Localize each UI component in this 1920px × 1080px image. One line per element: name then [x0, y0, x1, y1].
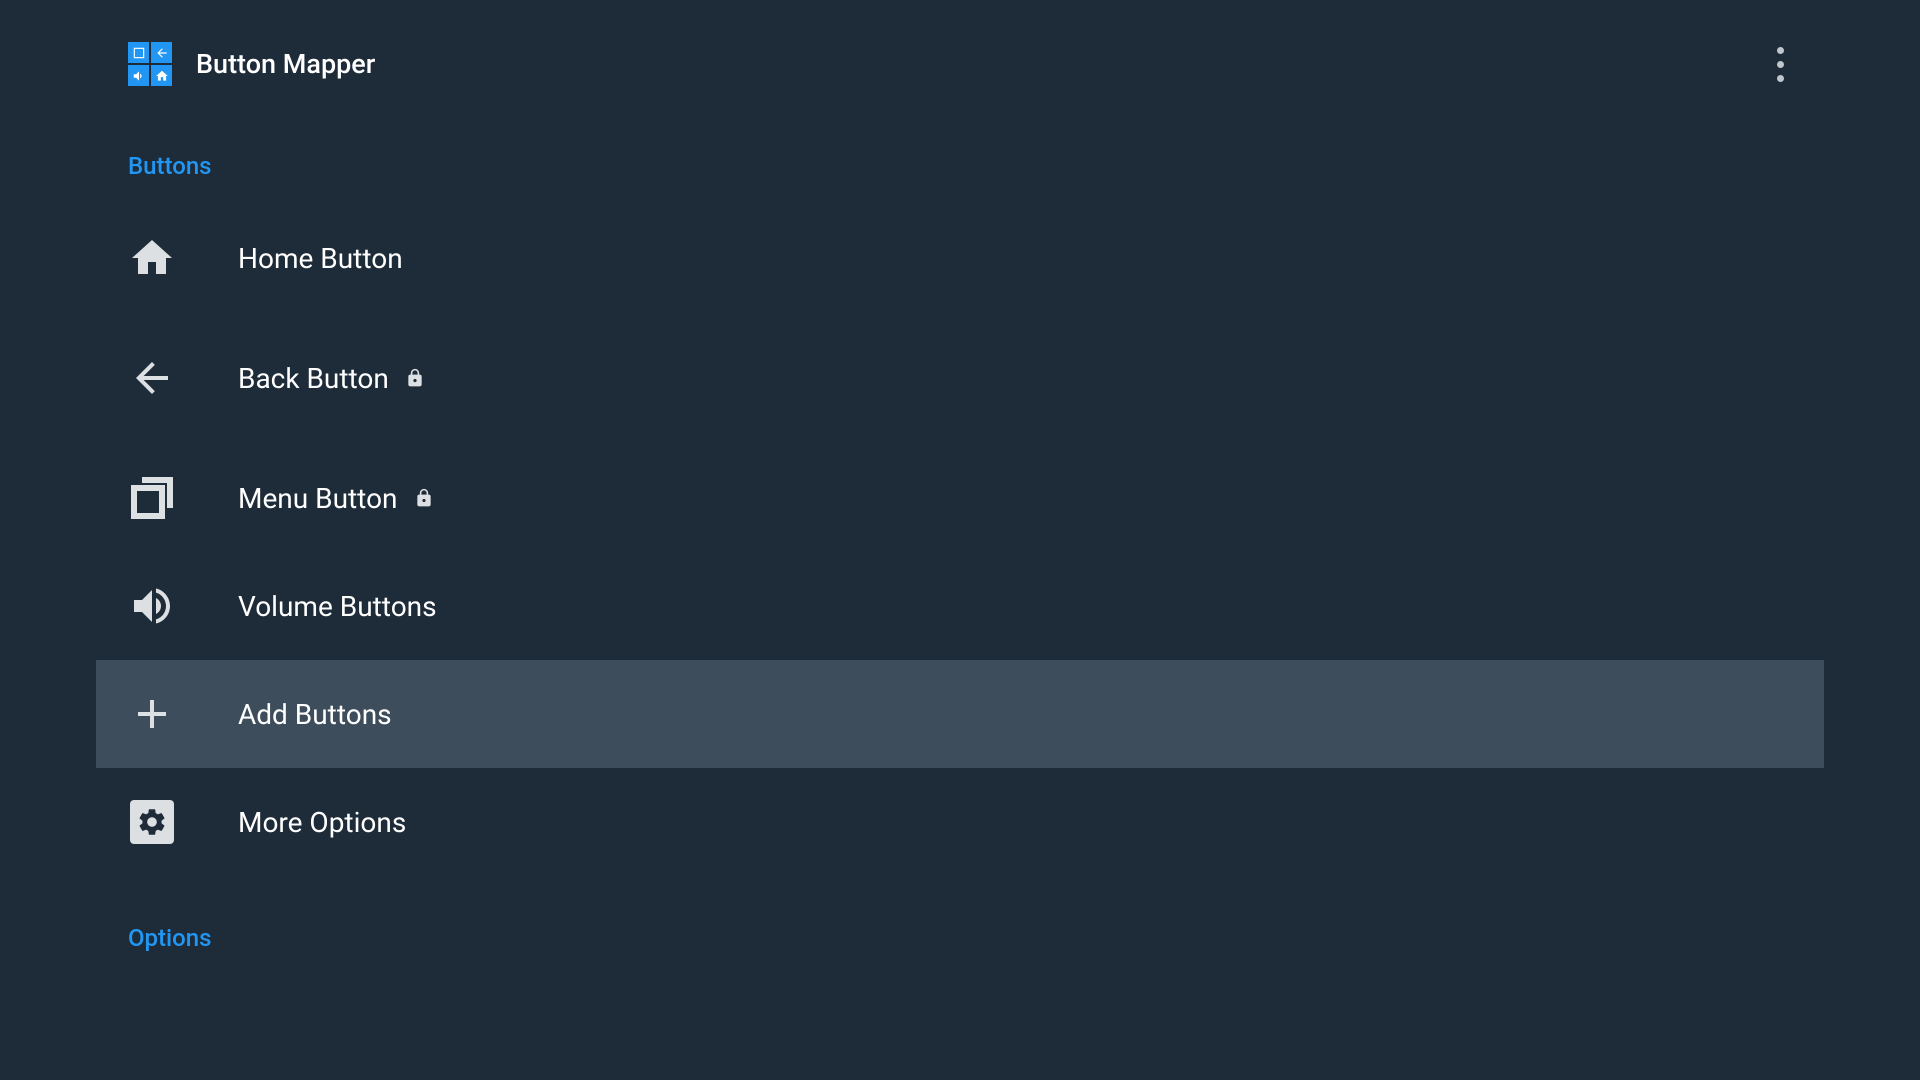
- list-item-add-buttons[interactable]: Add Buttons: [96, 660, 1824, 768]
- app-icon-home: [151, 65, 172, 86]
- app-icon: [128, 42, 172, 86]
- app-header: Button Mapper: [0, 0, 1920, 128]
- lock-icon: [414, 488, 434, 508]
- main-content: Buttons Home Button Back Button Menu But…: [0, 128, 1920, 976]
- overflow-menu-button[interactable]: [1761, 31, 1800, 98]
- plus-icon: [128, 690, 176, 738]
- list-item-home-button[interactable]: Home Button: [96, 204, 1824, 312]
- gear-icon: [128, 798, 176, 846]
- back-arrow-icon: [128, 354, 176, 402]
- header-left: Button Mapper: [128, 42, 375, 86]
- list-item-label: Back Button: [238, 362, 389, 395]
- menu-dot: [1777, 47, 1784, 54]
- app-icon-back: [151, 42, 172, 63]
- menu-dot: [1777, 61, 1784, 68]
- app-icon-volume: [128, 65, 149, 86]
- list-item-label: Menu Button: [238, 482, 398, 515]
- list-item-label: More Options: [238, 806, 406, 839]
- list-item-label: Add Buttons: [238, 698, 392, 731]
- list-item-label: Home Button: [238, 242, 403, 275]
- list-item-menu-button[interactable]: Menu Button: [96, 444, 1824, 552]
- list-item-more-options[interactable]: More Options: [96, 768, 1824, 876]
- app-icon-recents: [128, 42, 149, 63]
- list-item-label: Volume Buttons: [238, 590, 437, 623]
- section-header-buttons: Buttons: [128, 128, 1824, 204]
- section-header-options: Options: [128, 900, 1824, 976]
- list-item-back-button[interactable]: Back Button: [96, 324, 1824, 432]
- recents-icon: [128, 474, 176, 522]
- menu-dot: [1777, 75, 1784, 82]
- home-icon: [128, 234, 176, 282]
- app-title: Button Mapper: [196, 48, 375, 80]
- list-item-volume-buttons[interactable]: Volume Buttons: [96, 552, 1824, 660]
- volume-icon: [128, 582, 176, 630]
- lock-icon: [405, 368, 425, 388]
